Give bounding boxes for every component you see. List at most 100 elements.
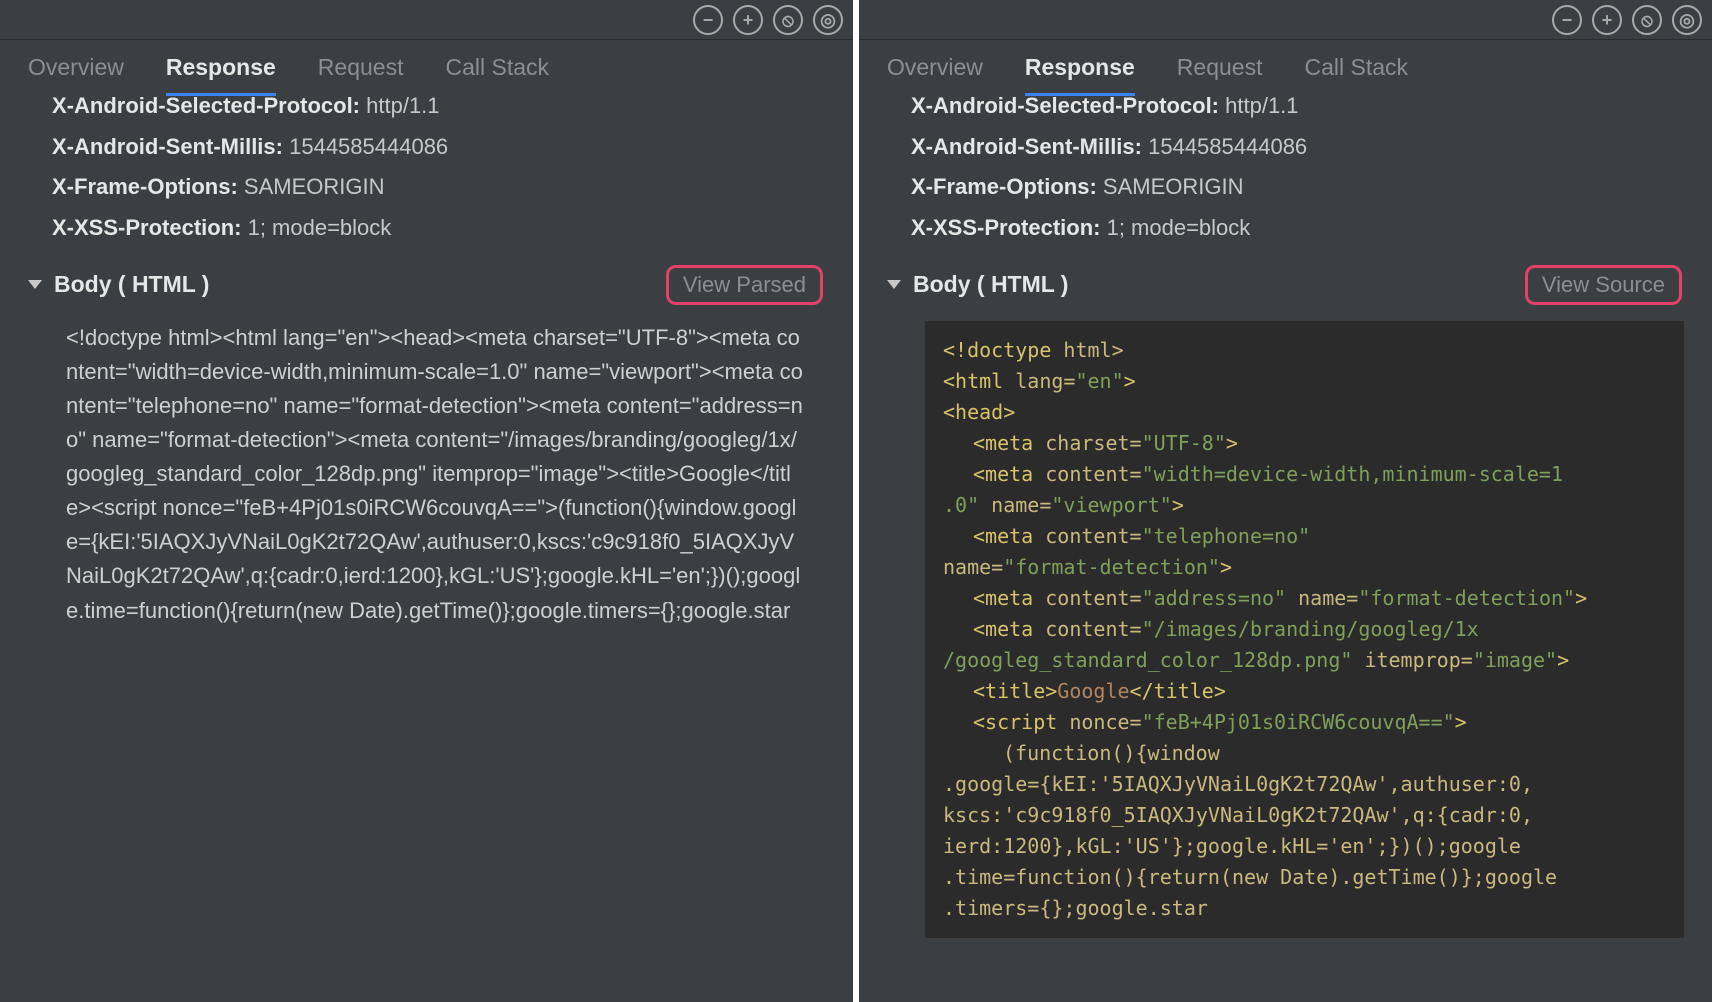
view-parsed-button[interactable]: View Parsed bbox=[666, 265, 823, 305]
left-pane: − + ⦸ ◎ Overview Response Request Call S… bbox=[0, 0, 853, 1002]
code-token: <head> bbox=[943, 400, 1015, 424]
code-token: <meta bbox=[973, 524, 1045, 548]
toolbar: − + ⦸ ◎ bbox=[859, 0, 1712, 40]
header-value: 1544585444086 bbox=[289, 134, 448, 159]
code-token: /googleg_standard_color_128dp.png" bbox=[943, 648, 1364, 672]
code-token: <html bbox=[943, 369, 1015, 393]
plus-icon[interactable]: + bbox=[1592, 5, 1622, 35]
code-token: > bbox=[1172, 493, 1184, 517]
code-token: "address=no" bbox=[1142, 586, 1299, 610]
code-token: (function(){window bbox=[1003, 741, 1220, 765]
code-token: > bbox=[1557, 648, 1569, 672]
code-token: itemprop= bbox=[1364, 648, 1472, 672]
tab-callstack[interactable]: Call Stack bbox=[1304, 54, 1408, 96]
view-source-button[interactable]: View Source bbox=[1525, 265, 1682, 305]
body-section-header: Body ( HTML ) View Parsed bbox=[10, 259, 843, 311]
headers-list: X-Android-Selected-Protocol: http/1.1 X-… bbox=[869, 96, 1702, 259]
minus-icon[interactable]: − bbox=[693, 5, 723, 35]
header-key: X-Frame-Options: bbox=[52, 174, 238, 199]
code-token: > bbox=[1455, 710, 1467, 734]
code-token: content= bbox=[1045, 524, 1141, 548]
code-token: ierd:1200},kGL:'US'};google.kHL='en';})(… bbox=[943, 834, 1521, 858]
minus-icon[interactable]: − bbox=[1552, 5, 1582, 35]
code-token: > bbox=[1226, 431, 1238, 455]
code-token: .time=function(){return(new Date).getTim… bbox=[943, 865, 1557, 889]
header-key: X-Android-Sent-Millis: bbox=[52, 134, 283, 159]
code-token: content= bbox=[1045, 586, 1141, 610]
code-token: <meta bbox=[973, 586, 1045, 610]
code-token: "UTF-8" bbox=[1142, 431, 1226, 455]
code-token: Google bbox=[1057, 679, 1129, 703]
code-token: > bbox=[1220, 555, 1232, 579]
code-token: "viewport" bbox=[1051, 493, 1171, 517]
tab-request[interactable]: Request bbox=[1177, 54, 1263, 96]
code-token: content= bbox=[1045, 462, 1141, 486]
toolbar: − + ⦸ ◎ bbox=[0, 0, 853, 40]
target-icon[interactable]: ◎ bbox=[1672, 5, 1702, 35]
tab-callstack[interactable]: Call Stack bbox=[445, 54, 549, 96]
header-value: 1544585444086 bbox=[1148, 134, 1307, 159]
header-value: SAMEORIGIN bbox=[1103, 174, 1244, 199]
header-value: http/1.1 bbox=[366, 96, 439, 118]
code-token: "image" bbox=[1473, 648, 1557, 672]
tab-overview[interactable]: Overview bbox=[28, 54, 124, 96]
tab-bar: Overview Response Request Call Stack bbox=[859, 40, 1712, 96]
body-parsed-code: <!doctype html> <html lang="en"> <head> … bbox=[925, 321, 1684, 938]
code-token: content= bbox=[1045, 617, 1141, 641]
target-icon[interactable]: ◎ bbox=[813, 5, 843, 35]
headers-list: X-Android-Selected-Protocol: http/1.1 X-… bbox=[10, 96, 843, 259]
header-key: X-Android-Selected-Protocol: bbox=[911, 96, 1219, 118]
body-section-header: Body ( HTML ) View Source bbox=[869, 259, 1702, 311]
body-title: Body ( HTML ) bbox=[913, 271, 1068, 298]
code-token: name= bbox=[943, 555, 1003, 579]
code-token: <meta bbox=[973, 431, 1045, 455]
code-token: .0" bbox=[943, 493, 991, 517]
header-key: X-Frame-Options: bbox=[911, 174, 1097, 199]
header-key: X-Android-Selected-Protocol: bbox=[52, 96, 360, 118]
code-token: "telephone=no" bbox=[1142, 524, 1311, 548]
right-pane: − + ⦸ ◎ Overview Response Request Call S… bbox=[859, 0, 1712, 1002]
code-token: html> bbox=[1051, 338, 1123, 362]
code-token: > bbox=[1124, 369, 1136, 393]
code-token: name= bbox=[1298, 586, 1358, 610]
code-token: "en" bbox=[1075, 369, 1123, 393]
code-token: "width=device-width,minimum-scale=1 bbox=[1142, 462, 1563, 486]
disclosure-triangle-icon[interactable] bbox=[28, 280, 42, 289]
code-token: "feB+4Pj01s0iRCW6couvqA==" bbox=[1142, 710, 1455, 734]
tab-response[interactable]: Response bbox=[166, 54, 276, 96]
code-token: charset= bbox=[1045, 431, 1141, 455]
disclosure-triangle-icon[interactable] bbox=[887, 280, 901, 289]
code-token: <! bbox=[943, 338, 967, 362]
body-title: Body ( HTML ) bbox=[54, 271, 209, 298]
tab-request[interactable]: Request bbox=[318, 54, 404, 96]
header-key: X-XSS-Protection: bbox=[52, 215, 241, 240]
code-token: > bbox=[1575, 586, 1587, 610]
header-value: 1; mode=block bbox=[248, 215, 392, 240]
code-token: kscs:'c9c918f0_5IAQXJyVNaiL0gK2t72QAw',q… bbox=[943, 803, 1533, 827]
code-token: <title> bbox=[973, 679, 1057, 703]
code-token: .timers={};google.star bbox=[943, 896, 1208, 920]
circle-slash-icon[interactable]: ⦸ bbox=[1632, 5, 1662, 35]
code-token: nonce= bbox=[1069, 710, 1141, 734]
tab-response[interactable]: Response bbox=[1025, 54, 1135, 96]
code-token: "format-detection" bbox=[1003, 555, 1220, 579]
header-key: X-XSS-Protection: bbox=[911, 215, 1100, 240]
code-token: "format-detection" bbox=[1358, 586, 1575, 610]
header-value: 1; mode=block bbox=[1107, 215, 1251, 240]
code-token: .google={kEI:'5IAQXJyVNaiL0gK2t72QAw',au… bbox=[943, 772, 1533, 796]
code-token: <meta bbox=[973, 462, 1045, 486]
circle-slash-icon[interactable]: ⦸ bbox=[773, 5, 803, 35]
content-area: X-Android-Selected-Protocol: http/1.1 X-… bbox=[859, 96, 1712, 1002]
code-token: doctype bbox=[967, 338, 1051, 362]
code-token: <meta bbox=[973, 617, 1045, 641]
plus-icon[interactable]: + bbox=[733, 5, 763, 35]
tab-bar: Overview Response Request Call Stack bbox=[0, 40, 853, 96]
body-raw-source: <!doctype html><html lang="en"><head><me… bbox=[10, 311, 843, 638]
code-token: </title> bbox=[1130, 679, 1226, 703]
header-key: X-Android-Sent-Millis: bbox=[911, 134, 1142, 159]
header-value: http/1.1 bbox=[1225, 96, 1298, 118]
code-token: <script bbox=[973, 710, 1069, 734]
content-area: X-Android-Selected-Protocol: http/1.1 X-… bbox=[0, 96, 853, 1002]
tab-overview[interactable]: Overview bbox=[887, 54, 983, 96]
code-token: name= bbox=[991, 493, 1051, 517]
